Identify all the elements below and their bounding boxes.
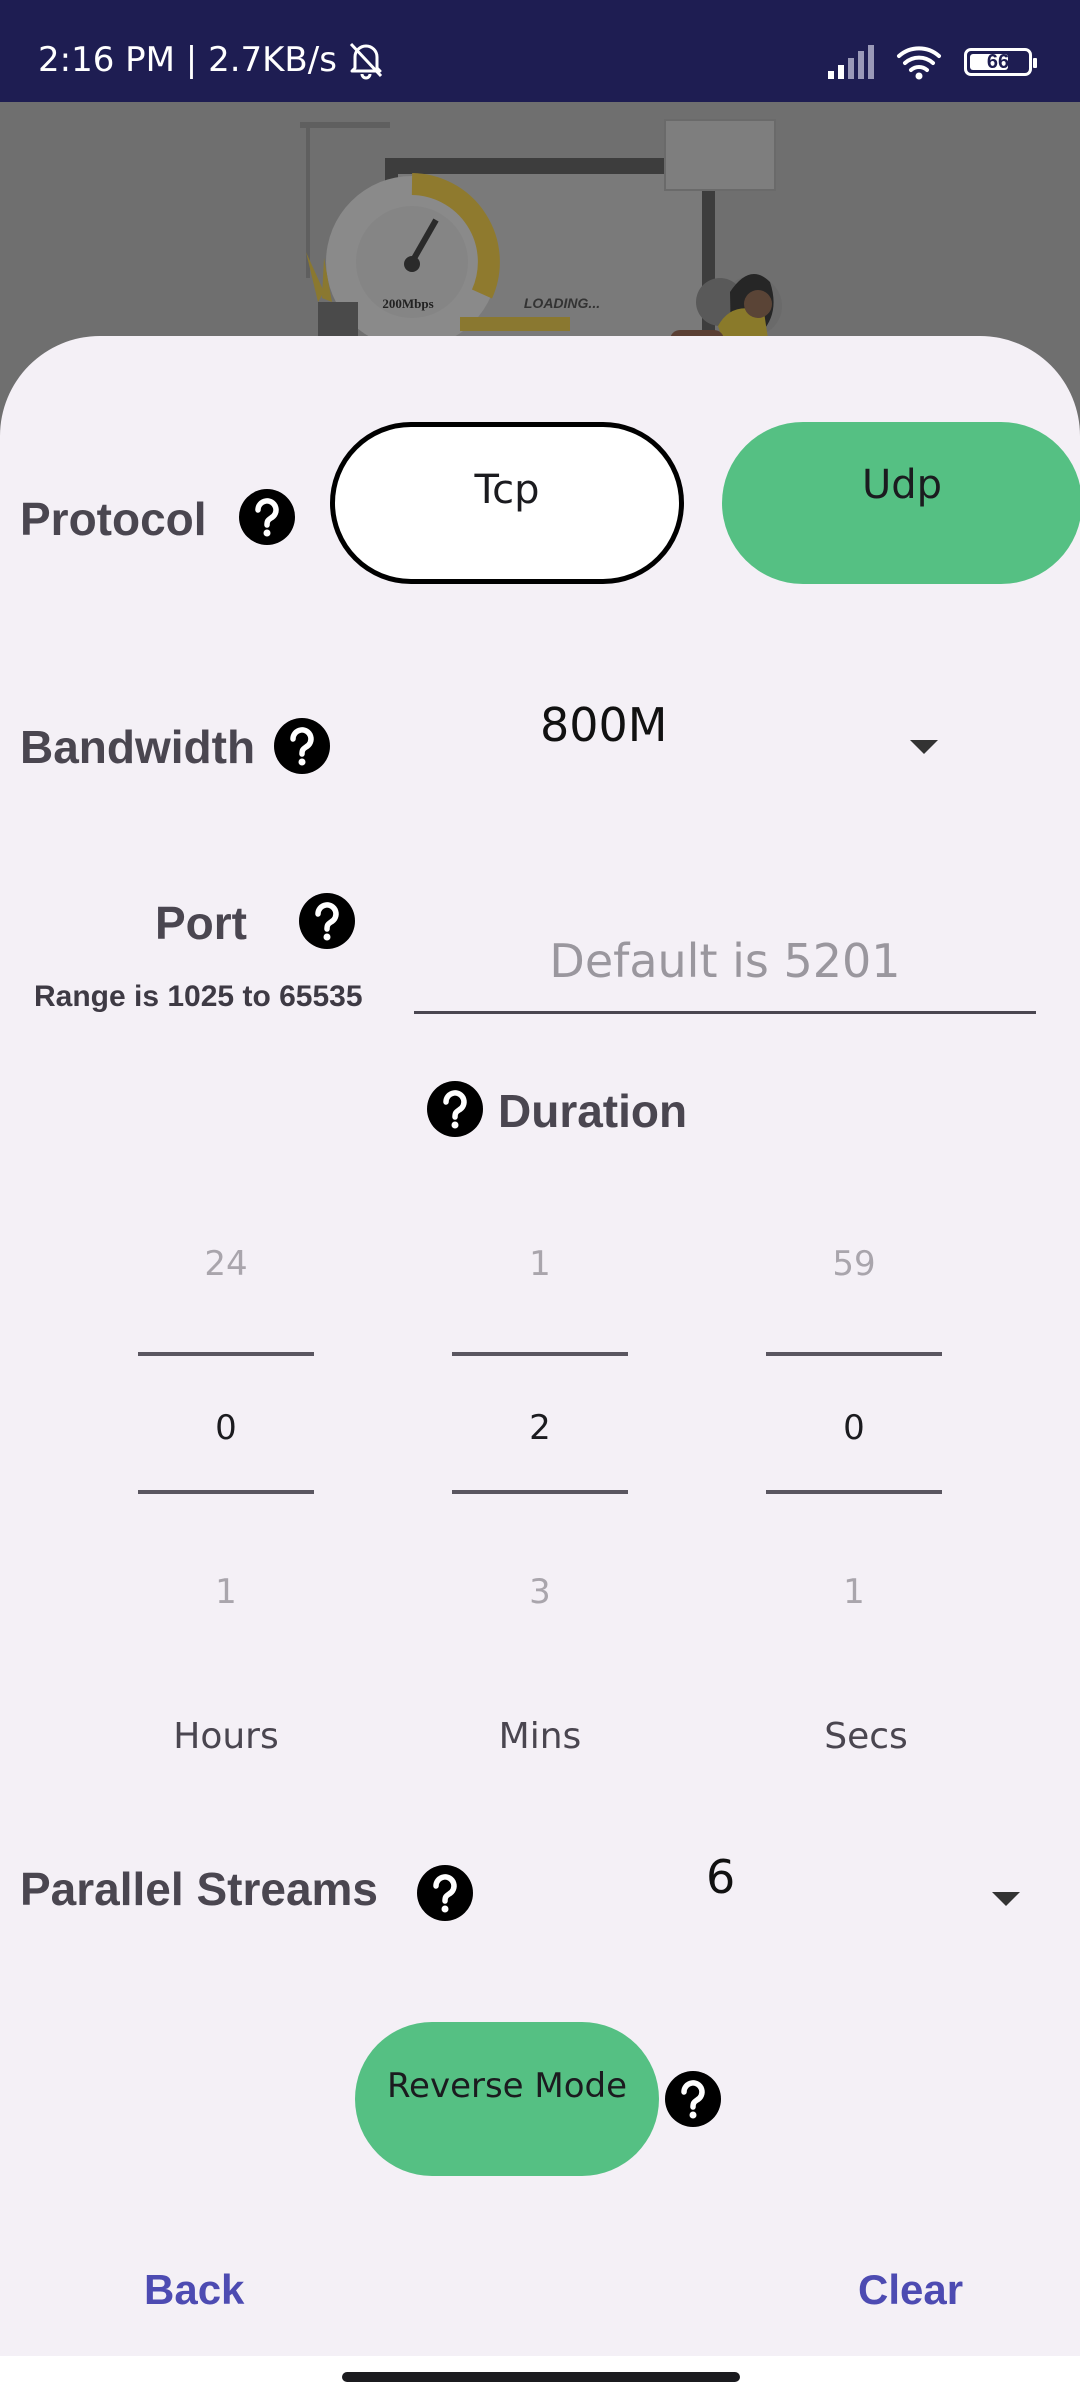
parallel-streams-dropdown[interactable]: 6: [690, 1840, 1040, 1940]
duration-label: Duration: [498, 1085, 688, 1137]
protocol-help-icon[interactable]: [238, 488, 296, 546]
mins-divider-bottom: [452, 1490, 628, 1494]
bandwidth-dropdown[interactable]: 800M: [520, 690, 950, 790]
status-bar: 2:16 PM | 2.7KB/s 66: [0, 0, 1080, 102]
mins-divider-top: [452, 1352, 628, 1356]
home-indicator[interactable]: [342, 2372, 740, 2382]
gauge-label: 200Mbps: [382, 296, 433, 311]
bell-muted-icon: [349, 42, 383, 80]
mins-prev: 1: [529, 1244, 551, 1284]
signal-icon: [828, 45, 874, 79]
udp-option-label: Udp: [861, 462, 943, 508]
clear-button[interactable]: Clear: [858, 2266, 963, 2314]
protocol-label: Protocol: [20, 493, 207, 545]
battery-level: 66: [986, 50, 1010, 73]
bandwidth-help-icon[interactable]: [273, 717, 331, 775]
status-left: 2:16 PM | 2.7KB/s: [38, 40, 387, 80]
back-button[interactable]: Back: [144, 2266, 244, 2314]
port-range-note: Range is 1025 to 65535: [34, 980, 363, 1013]
hours-value: 0: [215, 1408, 237, 1448]
secs-divider-top: [766, 1352, 942, 1356]
hours-picker[interactable]: 24 0 1: [138, 1230, 314, 1630]
port-label: Port: [155, 897, 247, 949]
header-illustration: 200Mbps LOADING...: [0, 102, 1080, 362]
mins-picker[interactable]: 1 2 3: [452, 1230, 628, 1630]
status-right: 66: [826, 44, 1037, 80]
port-placeholder: Default is 5201: [549, 933, 901, 988]
parallel-streams-value: 6: [706, 1850, 736, 1904]
loading-label: LOADING...: [524, 295, 600, 311]
status-time-speed: 2:16 PM | 2.7KB/s: [38, 40, 337, 80]
wifi-icon: [897, 46, 941, 80]
tcp-option-button[interactable]: Tcp: [330, 422, 684, 584]
secs-picker[interactable]: 59 0 1: [766, 1230, 942, 1630]
secs-prev: 59: [832, 1244, 876, 1284]
mins-unit-label: Mins: [498, 1716, 582, 1757]
secs-unit-label: Secs: [824, 1716, 908, 1757]
bandwidth-caret-icon: [910, 740, 938, 754]
tcp-option-label: Tcp: [474, 467, 540, 513]
hours-unit-label: Hours: [173, 1716, 279, 1757]
hours-divider-top: [138, 1352, 314, 1356]
hours-prev: 24: [204, 1244, 248, 1284]
speed-test-illustration: 200Mbps LOADING...: [300, 119, 782, 362]
port-input[interactable]: Default is 5201: [414, 910, 1036, 1014]
bandwidth-value: 800M: [540, 698, 668, 752]
secs-value: 0: [843, 1408, 865, 1448]
parallel-streams-caret-icon: [992, 1892, 1020, 1906]
secs-next: 1: [843, 1572, 865, 1612]
reverse-mode-help-icon[interactable]: [664, 2070, 722, 2128]
bandwidth-label: Bandwidth: [20, 721, 256, 773]
duration-help-icon[interactable]: [426, 1080, 484, 1138]
parallel-streams-help-icon[interactable]: [416, 1864, 474, 1922]
udp-option-button[interactable]: Udp: [722, 422, 1080, 584]
battery-icon: 66: [964, 48, 1037, 76]
port-help-icon[interactable]: [298, 892, 356, 950]
reverse-mode-label: Reverse Mode: [386, 2066, 628, 2106]
secs-divider-bottom: [766, 1490, 942, 1494]
mins-value: 2: [529, 1408, 551, 1448]
mins-next: 3: [529, 1572, 551, 1612]
parallel-streams-label: Parallel Streams: [20, 1863, 379, 1915]
hours-divider-bottom: [138, 1490, 314, 1494]
hours-next: 1: [215, 1572, 237, 1612]
reverse-mode-button[interactable]: Reverse Mode: [355, 2022, 659, 2176]
